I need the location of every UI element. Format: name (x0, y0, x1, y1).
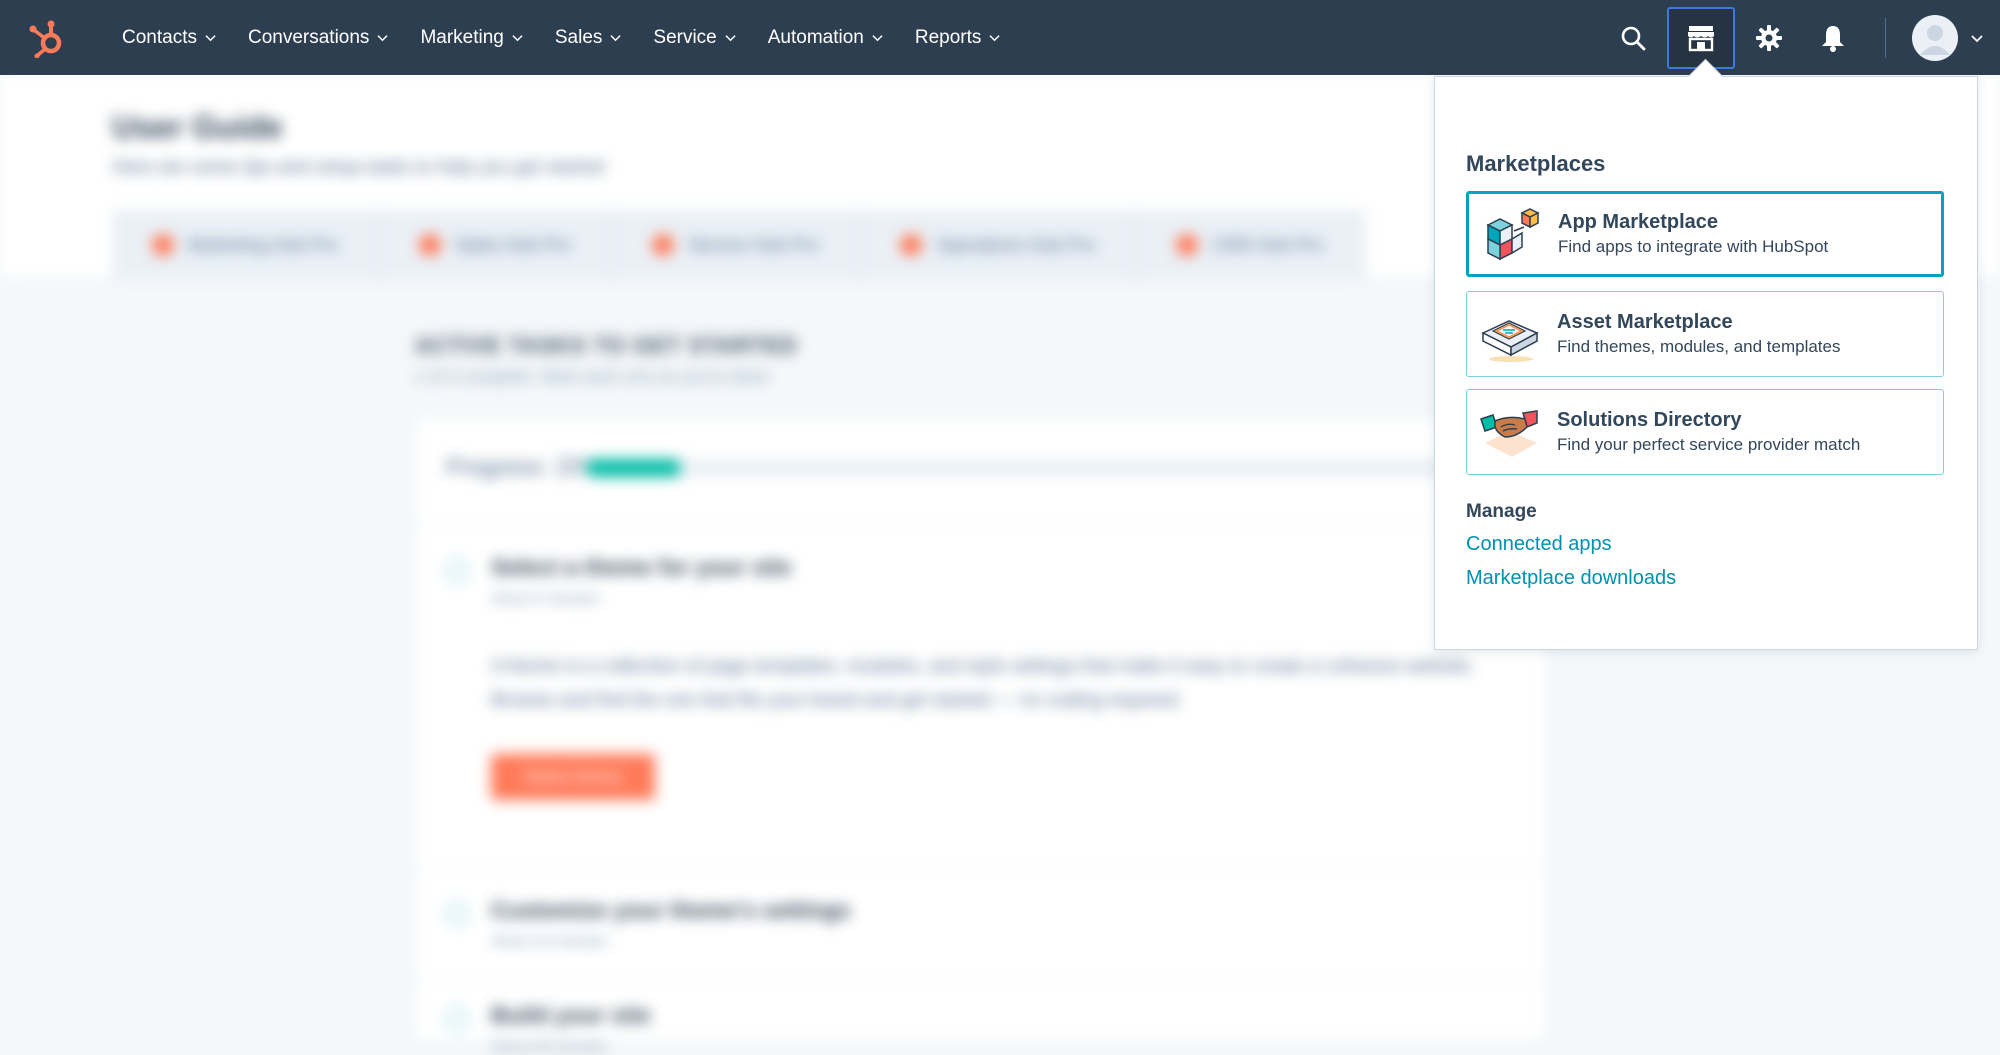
tab-operations-hub[interactable]: Operations Hub Pro (860, 210, 1137, 280)
nav-contacts[interactable]: Contacts (106, 0, 232, 75)
tab-label: Sales Hub Pro (455, 234, 572, 255)
task-check-icon[interactable] (446, 560, 468, 582)
connected-apps-link[interactable]: Connected apps (1466, 533, 1612, 556)
divider (416, 524, 1546, 525)
notifications-bell-icon (1822, 25, 1844, 52)
chevron-down-icon (377, 35, 389, 42)
card-description: Find apps to integrate with HubSpot (1558, 237, 1829, 256)
nav-conversations[interactable]: Conversations (232, 0, 404, 75)
tasks-card: Progress: 25% Select a theme for your si… (415, 418, 1547, 1055)
search-icon (1621, 26, 1646, 50)
progress-bar (586, 459, 1536, 477)
chevron-down-icon (872, 35, 883, 42)
tab-cms-hub[interactable]: CMS Hub Pro (1136, 210, 1365, 280)
nav-marketing-label: Marketing (420, 26, 504, 48)
task-title: Build your site (491, 1002, 651, 1028)
nav-reports-label: Reports (914, 26, 982, 48)
hub-icon (900, 234, 923, 256)
tab-service-hub[interactable]: Service Hub Pro (612, 210, 861, 280)
nav-conversations-label: Conversations (247, 26, 370, 48)
section-subtitle: 1 of 4 complete. Mark each one as you're… (415, 367, 769, 386)
main-menu: Contacts Conversations Marketing Sales S… (106, 0, 1016, 75)
nav-marketing[interactable]: Marketing (404, 0, 538, 75)
handshake-icon (1480, 410, 1538, 457)
tab-label: Service Hub Pro (688, 234, 820, 255)
card-title: Solutions Directory (1557, 409, 1742, 431)
nav-sales-label: Sales (554, 26, 603, 48)
task-meta: About 5 minutes (491, 590, 600, 607)
task-title: Customize your theme's settings (491, 897, 851, 923)
progress-label: Progress: 25% (446, 454, 604, 481)
divider (416, 979, 1546, 980)
hub-tabs: Marketing Hub Pro Sales Hub Pro Service … (112, 210, 1365, 280)
card-text: Solutions Directory Find your perfect se… (1557, 407, 1860, 457)
card-title: Asset Marketplace (1557, 311, 1733, 333)
nav-reports[interactable]: Reports (899, 0, 1017, 75)
user-avatar-icon (1920, 24, 1950, 55)
hubspot-logo-icon[interactable] (24, 15, 70, 61)
card-description: Find your perfect service provider match (1557, 435, 1861, 454)
nav-contacts-label: Contacts (122, 26, 197, 48)
card-text: App Marketplace Find apps to integrate w… (1558, 209, 1828, 259)
task-check-icon[interactable] (446, 903, 468, 925)
marketplaces-heading: Marketplaces (1466, 151, 1606, 176)
nav-utility-group (1601, 0, 2000, 75)
tab-sales-hub[interactable]: Sales Hub Pro (379, 210, 613, 280)
asset-marketplace-box-icon (1481, 320, 1539, 362)
marketplace-downloads-link[interactable]: Marketplace downloads (1466, 567, 1676, 590)
settings-gear-icon (1756, 24, 1782, 51)
chevron-down-icon[interactable] (1970, 31, 1984, 45)
task-meta: About 10 minutes (491, 933, 608, 950)
task-body: A theme is a collection of page template… (491, 656, 1476, 711)
chevron-down-icon (512, 35, 523, 42)
section-title: ACTIVE TASKS TO GET STARTED (415, 333, 798, 358)
task-title: Select a theme for your site (491, 554, 792, 580)
nav-automation-label: Automation (767, 26, 864, 48)
marketplace-button[interactable] (1667, 6, 1735, 69)
marketplace-icon (1688, 25, 1714, 51)
card-text: Asset Marketplace Find themes, modules, … (1557, 309, 1840, 359)
page-title: User Guide (112, 109, 283, 145)
hub-icon (1176, 234, 1199, 256)
nav-sales[interactable]: Sales (539, 0, 638, 75)
nav-divider (1885, 17, 1886, 58)
asset-marketplace-card[interactable]: Asset Marketplace Find themes, modules, … (1466, 291, 1944, 377)
page-subtitle: Here are some tips and setup tasks to he… (112, 157, 605, 178)
hub-icon (419, 234, 442, 256)
chevron-down-icon (205, 35, 216, 42)
task-check-icon[interactable] (446, 1008, 468, 1030)
nav-service[interactable]: Service (637, 0, 751, 75)
user-avatar[interactable] (1912, 14, 1958, 61)
notifications-button[interactable] (1803, 9, 1863, 67)
nav-automation[interactable]: Automation (752, 0, 899, 75)
app-marketplace-card[interactable]: App Marketplace Find apps to integrate w… (1466, 191, 1944, 277)
manage-heading: Manage (1466, 501, 1537, 522)
marketplace-dropdown: Marketplaces App Marketplace Find apps t… (1434, 58, 1978, 650)
hub-icon (152, 234, 174, 256)
card-title: App Marketplace (1558, 211, 1719, 233)
divider (416, 869, 1546, 870)
tab-label: Operations Hub Pro (936, 234, 1096, 255)
hub-icon (652, 234, 675, 256)
tab-marketing-hub[interactable]: Marketing Hub Pro (112, 210, 380, 280)
task-meta: About 30 minutes (491, 1038, 608, 1055)
task-action-button[interactable]: Select theme (491, 754, 655, 800)
tab-label: Marketing Hub Pro (188, 234, 339, 255)
nav-service-label: Service (653, 26, 717, 48)
progress-bar-fill (586, 459, 681, 477)
chevron-down-icon (725, 35, 736, 42)
chevron-down-icon (989, 35, 1001, 42)
tab-label: CMS Hub Pro (1212, 234, 1324, 255)
solutions-directory-card[interactable]: Solutions Directory Find your perfect se… (1466, 389, 1944, 475)
chevron-down-icon (610, 35, 621, 42)
app-marketplace-cubes-icon (1486, 208, 1540, 261)
search-button[interactable] (1603, 9, 1663, 67)
settings-button[interactable] (1739, 9, 1799, 67)
card-description: Find themes, modules, and templates (1557, 337, 1841, 356)
